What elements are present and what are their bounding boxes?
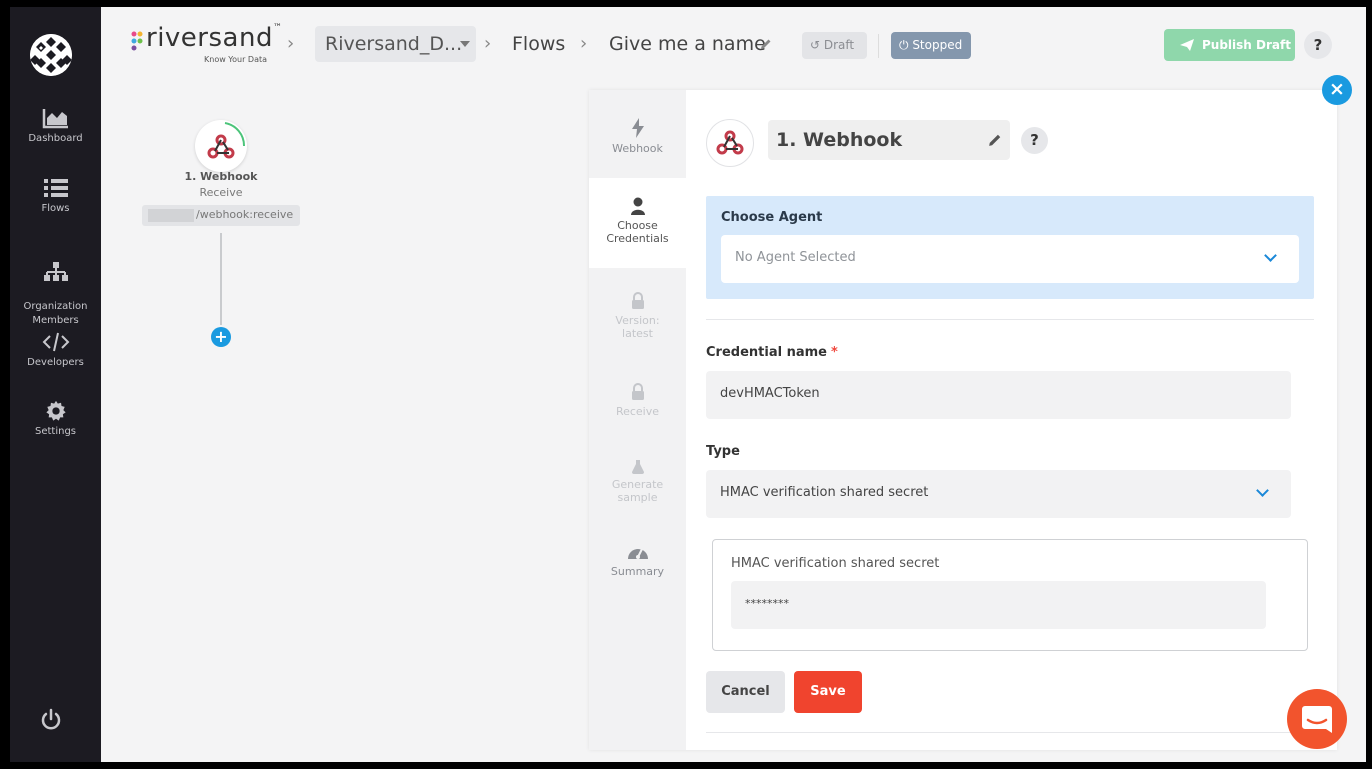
code-icon: [42, 332, 69, 352]
type-label: Type: [706, 444, 740, 459]
chevron-right-icon: ›: [287, 33, 295, 54]
power-icon: ⏻: [899, 38, 913, 52]
sidebar-item-label: Organization Members: [23, 301, 88, 326]
flow-node-subtitle: Receive: [199, 186, 243, 199]
credential-name-input[interactable]: devHMACToken: [706, 371, 1291, 419]
chevron-down-icon: [1256, 484, 1269, 497]
flow-node-webhook[interactable]: [195, 120, 247, 172]
paper-plane-icon: [1180, 39, 1194, 51]
secret-label: HMAC verification shared secret: [731, 556, 940, 571]
flow-name[interactable]: Give me a name: [609, 33, 766, 55]
brand-tagline: Know Your Data: [204, 55, 268, 64]
sidebar-item-label: Settings: [34, 426, 76, 437]
webhook-icon: [207, 122, 246, 159]
caret-down-icon: [460, 41, 470, 47]
lock-icon: [631, 383, 644, 400]
lock-icon: [631, 292, 644, 309]
user-icon: [630, 197, 645, 215]
step-title-field[interactable]: 1. Webhook: [768, 120, 1010, 160]
divider: [706, 732, 1314, 733]
step-receive: Receive: [589, 383, 686, 418]
org-members-icon: [43, 262, 68, 281]
save-button[interactable]: Save: [794, 671, 862, 713]
sidebar-item-label: Developers: [27, 357, 84, 368]
sidebar-item-organization-members[interactable]: Organization Members: [10, 247, 101, 328]
draft-badge: ↺ Draft: [802, 32, 867, 59]
breadcrumb-flows[interactable]: Flows: [512, 33, 565, 55]
sidebar-item-flows[interactable]: Flows: [10, 177, 101, 216]
publish-draft-button[interactable]: Publish Draft: [1164, 29, 1295, 61]
sidebar-item-settings[interactable]: Settings: [10, 400, 101, 439]
brand-name: riversand™: [146, 23, 283, 53]
step-config-panel: Webhook Choose Credentials Version: late…: [589, 90, 1337, 750]
credential-name-label: Credential name *: [706, 345, 838, 360]
chat-launcher-button[interactable]: [1287, 689, 1347, 749]
choose-agent-section: Choose Agent No Agent Selected: [706, 196, 1314, 299]
sidebar-item-label: Dashboard: [28, 133, 83, 144]
help-button[interactable]: ?: [1304, 31, 1332, 59]
power-icon[interactable]: [38, 707, 64, 733]
step-webhook[interactable]: Webhook: [589, 118, 686, 155]
chat-icon: [1302, 706, 1332, 733]
close-panel-button[interactable]: ×: [1322, 75, 1352, 105]
divider: [878, 34, 879, 58]
step-summary[interactable]: Summary: [589, 543, 686, 578]
app-logo-icon[interactable]: [30, 34, 72, 76]
step-help-button[interactable]: ?: [1021, 127, 1048, 154]
bolt-icon: [631, 118, 644, 138]
gauge-icon: [627, 548, 648, 559]
step-version: Version: latest: [589, 292, 686, 340]
gear-icon: [45, 400, 66, 421]
pencil-icon[interactable]: [988, 133, 1002, 147]
required-marker: *: [830, 345, 838, 360]
chevron-down-icon: [1264, 249, 1277, 262]
workspace-select[interactable]: Riversand_D...: [315, 26, 476, 62]
brand-dots-icon: [131, 31, 143, 51]
flow-node-title: 1. Webhook: [184, 170, 258, 183]
chevron-right-icon: ›: [484, 33, 492, 54]
sidebar: Dashboard Flows Organization Members Dev…: [10, 7, 101, 762]
add-step-button[interactable]: +: [211, 327, 231, 347]
agent-select[interactable]: No Agent Selected: [721, 235, 1299, 283]
stopped-toggle-button[interactable]: ⏻ Stopped: [891, 32, 971, 59]
flow-connector: [220, 233, 222, 325]
chevron-right-icon: ›: [580, 33, 588, 54]
secret-input[interactable]: ********: [731, 581, 1266, 629]
sidebar-item-developers[interactable]: Developers: [10, 331, 101, 370]
pencil-icon[interactable]: [760, 38, 772, 50]
cancel-button[interactable]: Cancel: [706, 671, 785, 713]
sidebar-item-label: Flows: [41, 203, 70, 214]
divider: [706, 319, 1314, 320]
step-webhook-icon: [706, 119, 754, 167]
dashboard-icon: [42, 109, 68, 129]
flow-node-url: /webhook:receive: [142, 205, 300, 226]
step-choose-credentials[interactable]: Choose Credentials: [589, 178, 686, 268]
type-select[interactable]: HMAC verification shared secret: [706, 470, 1291, 518]
step-generate-sample: Generate sample: [589, 460, 686, 504]
webhook-icon: [716, 130, 744, 155]
workspace-select-value: Riversand_D...: [325, 33, 463, 55]
redacted-host: [148, 209, 194, 222]
sidebar-item-dashboard[interactable]: Dashboard: [10, 107, 101, 146]
flask-icon: [631, 460, 644, 474]
flows-icon: [43, 179, 68, 197]
history-icon: ↺: [810, 38, 824, 52]
app-window: Dashboard Flows Organization Members Dev…: [10, 7, 1366, 762]
secret-section: HMAC verification shared secret ********: [712, 539, 1308, 651]
step-nav: Webhook Choose Credentials Version: late…: [589, 90, 686, 750]
choose-agent-label: Choose Agent: [721, 210, 823, 225]
